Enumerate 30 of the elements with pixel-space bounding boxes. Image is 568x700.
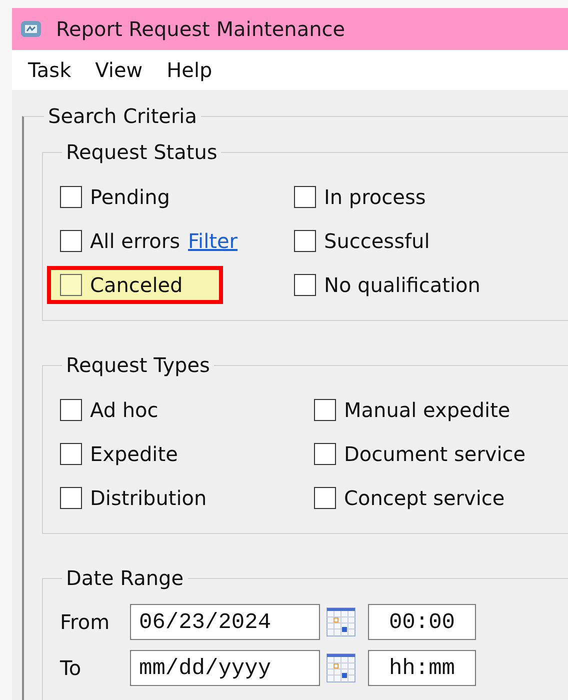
window-title: Report Request Maintenance — [56, 17, 346, 41]
checkbox[interactable]: Document service — [314, 442, 526, 466]
checkbox[interactable]: Expedite — [60, 442, 178, 466]
checkbox[interactable]: Canceled — [60, 273, 183, 297]
checkbox[interactable]: Manual expedite — [314, 398, 510, 422]
time-field[interactable]: 00:00 — [368, 604, 476, 640]
checkbox[interactable]: Successful — [294, 229, 430, 253]
group-title: Date Range — [65, 566, 185, 590]
menu-item[interactable]: Task — [16, 58, 84, 82]
checkbox[interactable]: Ad hoc — [60, 398, 158, 422]
date-field[interactable]: 06/23/2024 — [130, 604, 320, 640]
checkbox[interactable]: All errors — [60, 229, 180, 253]
checkbox[interactable]: In process — [294, 185, 426, 209]
field-label: To — [60, 656, 82, 680]
calendar-icon[interactable] — [326, 607, 356, 637]
group-title: Search Criteria — [47, 104, 198, 128]
filter-link[interactable]: Filter — [188, 229, 238, 253]
date-field[interactable]: mm/dd/yyyy — [130, 650, 320, 686]
checkbox[interactable]: Pending — [60, 185, 170, 209]
calendar-icon[interactable] — [326, 653, 356, 683]
checkbox[interactable]: Distribution — [60, 486, 207, 510]
group-title: Request Types — [65, 353, 211, 377]
app-icon — [20, 19, 42, 39]
field-label: From — [60, 610, 111, 634]
checkbox[interactable]: Concept service — [314, 486, 505, 510]
checkbox[interactable]: No qualification — [294, 273, 480, 297]
group-title: Request Status — [65, 140, 218, 164]
menu-item[interactable]: Help — [154, 58, 224, 82]
time-field[interactable]: hh:mm — [368, 650, 476, 686]
menu-item[interactable]: View — [83, 58, 155, 82]
